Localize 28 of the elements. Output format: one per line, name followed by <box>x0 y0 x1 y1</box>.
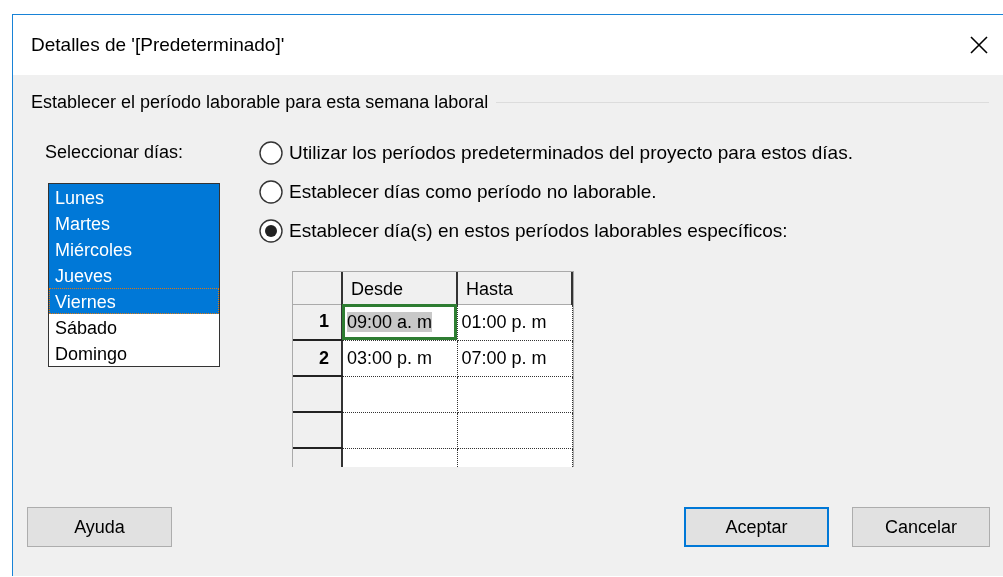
day-list-item[interactable]: Viernes <box>49 288 219 314</box>
list-label: Seleccionar días: <box>45 142 185 163</box>
day-list-item[interactable]: Sábado <box>49 314 219 340</box>
dialog-button[interactable]: Cancelar <box>852 507 990 547</box>
dialog-button[interactable]: Ayuda <box>27 507 172 547</box>
time-cell[interactable]: 03:00 p. m <box>342 340 457 376</box>
radio-label: Establecer días como período no laborable. <box>289 180 657 203</box>
row-number: 2 <box>293 340 342 376</box>
day-list-item[interactable]: Miércoles <box>49 236 219 262</box>
radio-button[interactable] <box>259 218 283 243</box>
group-title: Establecer el período laborable para esta semana laboral <box>31 92 489 113</box>
time-cell[interactable]: 07:00 p. m <box>457 340 572 376</box>
radio-label: Establecer día(s) en estos períodos laborables específicos: <box>289 219 788 242</box>
column-header: Desde <box>342 272 457 304</box>
dialog-button[interactable]: Aceptar <box>684 507 829 547</box>
day-list-item[interactable]: Lunes <box>49 184 219 210</box>
time-cell[interactable]: 01:00 p. m <box>457 304 572 340</box>
row-number: 1 <box>293 304 342 340</box>
column-header: Hasta <box>457 272 572 304</box>
day-list-item[interactable]: Jueves <box>49 262 219 288</box>
window-title: Detalles de '[Predeterminado]' <box>31 34 285 56</box>
day-list-item[interactable]: Domingo <box>49 340 219 366</box>
radio-label: Utilizar los períodos predeterminados del proyecto para estos días. <box>289 141 853 164</box>
close-icon[interactable] <box>969 35 989 55</box>
day-list-item[interactable]: Martes <box>49 210 219 236</box>
radio-button[interactable] <box>259 179 283 204</box>
time-cell[interactable]: 09:00 a. m <box>342 304 457 340</box>
radio-button[interactable] <box>259 140 283 165</box>
